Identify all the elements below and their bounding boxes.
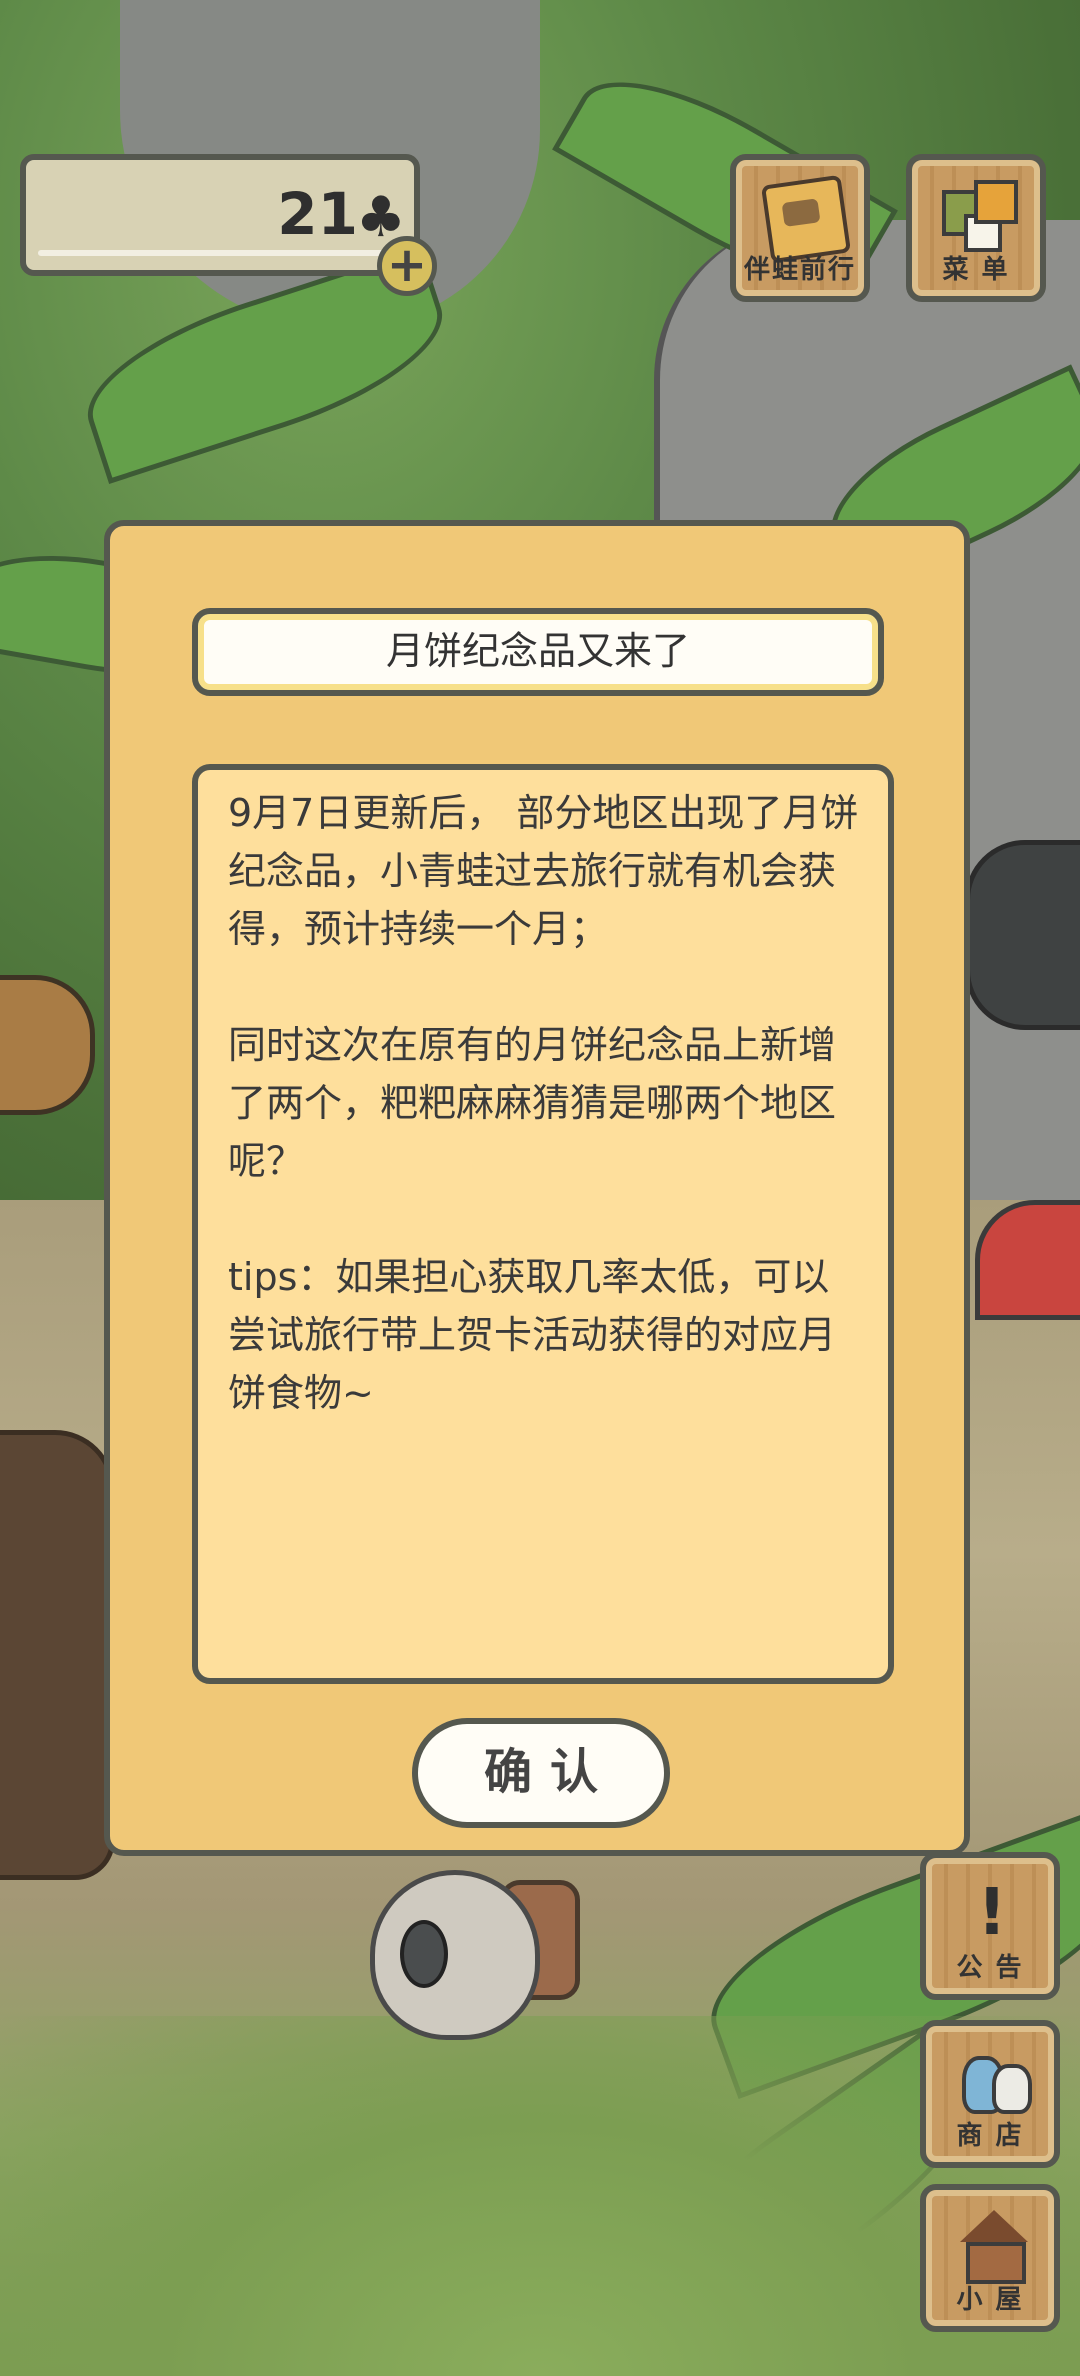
notice-button-label: 公 告 xyxy=(956,1953,1024,1983)
confirm-button[interactable]: 确认 xyxy=(412,1718,670,1828)
journal-button-label: 伴蛙前行 xyxy=(743,255,856,285)
burrow-gate xyxy=(965,840,1080,1030)
soil-patch xyxy=(0,1430,115,1880)
house-icon xyxy=(956,2210,1028,2284)
notice-button[interactable]: ! 公 告 xyxy=(920,1852,1060,2000)
dialog-message: 9月7日更新后， 部分地区出现了月饼纪念品，小青蛙过去旅行就有机会获得，预计持续… xyxy=(228,791,859,1415)
menu-button[interactable]: 菜 单 xyxy=(906,154,1046,302)
shop-bag-icon xyxy=(956,2046,1032,2116)
menu-button-label: 菜 单 xyxy=(942,255,1010,285)
mailbox[interactable] xyxy=(975,1200,1080,1320)
shop-button[interactable]: 商 店 xyxy=(920,2020,1060,2168)
announcement-dialog: 月饼纪念品又来了 9月7日更新后， 部分地区出现了月饼纪念品，小青蛙过去旅行就有… xyxy=(104,520,970,1856)
house-button[interactable]: 小 屋 xyxy=(920,2184,1060,2332)
menu-icon xyxy=(942,180,1018,252)
counter-underline xyxy=(38,250,394,256)
clover-count: 21 xyxy=(277,180,358,248)
grass-foreground xyxy=(0,2016,1080,2376)
seed-item xyxy=(400,1920,448,1988)
dialog-title: 月饼纪念品又来了 xyxy=(192,608,884,696)
frog-character[interactable] xyxy=(360,1840,580,2040)
house-button-label: 小 屋 xyxy=(956,2285,1024,2315)
exclamation-icon: ! xyxy=(977,1876,1007,1950)
shop-button-label: 商 店 xyxy=(956,2121,1024,2151)
frog-body xyxy=(370,1870,540,2040)
add-clover-button[interactable]: + xyxy=(377,236,437,296)
clover-counter: 21 ♣ xyxy=(20,154,420,276)
dialog-body[interactable]: 9月7日更新后， 部分地区出现了月饼纪念品，小青蛙过去旅行就有机会获得，预计持续… xyxy=(192,764,894,1684)
journal-button[interactable]: 伴蛙前行 xyxy=(730,154,870,302)
